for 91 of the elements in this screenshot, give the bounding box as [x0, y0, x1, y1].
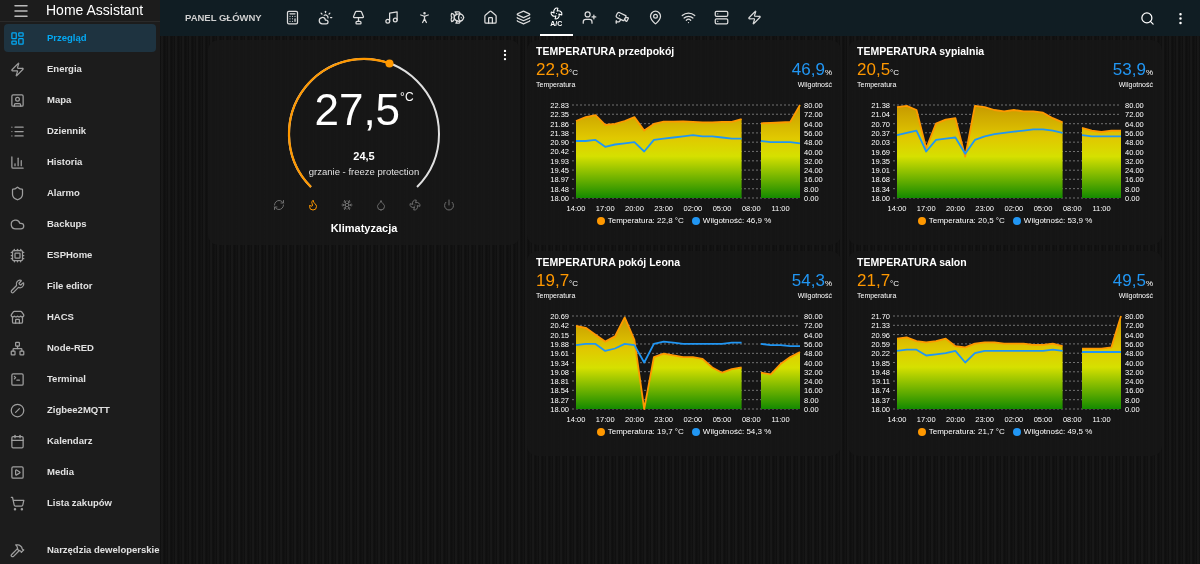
lightning-icon: [746, 9, 762, 25]
layers-icon: [515, 9, 531, 25]
temperature-value: 19,7: [536, 270, 570, 291]
humidity-value: 49,5: [1112, 270, 1146, 291]
humidity-unit: %: [1145, 278, 1153, 290]
terminal-icon: [10, 371, 25, 387]
sidebar-item[interactable]: ESPHome: [4, 241, 156, 269]
cart-icon: [10, 495, 25, 511]
temperature-unit: °C: [890, 278, 900, 290]
network-icon: [10, 340, 25, 356]
current-temperature: 27,5: [314, 86, 401, 134]
dashboard-title: PANEL GŁÓWNY: [185, 10, 262, 25]
card-title: TEMPERATURA sypialnia: [857, 44, 986, 59]
fan-icon: [549, 6, 563, 20]
target-temperature: 24,5: [353, 149, 375, 164]
sidebar-item[interactable]: Zigbee2MQTT: [4, 396, 156, 424]
search-icon[interactable]: [1140, 10, 1155, 26]
temperature-value: 22,8: [536, 59, 570, 80]
sidebar-item[interactable]: Przegląd: [4, 24, 156, 52]
server-icon: [713, 9, 729, 25]
legend-label: Temperatura: 20,5 °C: [928, 215, 1005, 228]
humidity-unit: %: [824, 67, 832, 79]
legend-label: Temperatura: 22,8 °C: [607, 215, 684, 228]
temperature-unit: °C: [890, 67, 900, 79]
card-title: TEMPERATURA przedpokój: [536, 44, 676, 59]
thermostat-name: Klimatyzacja: [330, 221, 398, 236]
legend-label: Temperatura: 19,7 °C: [607, 426, 684, 439]
hvac-status: grzanie - freeze protection: [308, 164, 420, 179]
play-icon: [10, 464, 25, 480]
sidebar-item[interactable]: Kalendarz: [4, 427, 156, 455]
temperature-unit: °C: [569, 67, 579, 79]
sidebar-item[interactable]: Node-RED: [4, 334, 156, 362]
bar-chart-icon: [10, 154, 25, 170]
humidity-value: 54,3: [791, 270, 825, 291]
humidity-unit: %: [824, 278, 832, 290]
mode-button[interactable]: [406, 196, 424, 214]
camera-icon: [614, 9, 630, 25]
person-card-icon: [10, 92, 25, 108]
wrench-icon: [10, 278, 25, 294]
sidebar-item[interactable]: Media: [4, 458, 156, 486]
calendar-icon: [10, 433, 25, 449]
humidity-unit: %: [1145, 67, 1153, 79]
power-icon: [443, 199, 455, 211]
dial-handle[interactable]: [385, 59, 394, 68]
sidebar-item[interactable]: Backups: [4, 210, 156, 238]
legend-label: Temperatura: 21,7 °C: [928, 426, 1005, 439]
droplet-icon: [375, 199, 387, 211]
sidebar-item[interactable]: Historia: [4, 148, 156, 176]
chip-icon: [10, 247, 25, 263]
sidebar-item[interactable]: Dziennik: [4, 117, 156, 145]
lightning-icon: [10, 61, 25, 77]
legend-label: Wilgotność: 53,9 %: [1023, 215, 1093, 228]
calculator-icon: [284, 9, 300, 25]
fish-icon: [449, 9, 465, 25]
legend-label: Wilgotność: 49,5 %: [1023, 426, 1093, 439]
lamp-icon: [350, 9, 366, 25]
sidebar-item[interactable]: Terminal: [4, 365, 156, 393]
app-title: Home Assistant: [46, 1, 144, 20]
add-person-icon: [581, 9, 597, 25]
dashboard-icon: [10, 30, 25, 46]
weather-icon: [317, 9, 333, 25]
legend-label: Wilgotność: 46,9 %: [702, 215, 772, 228]
cloud-icon: [10, 216, 25, 232]
temperature-value: 20,5: [857, 59, 891, 80]
music-icon: [383, 9, 399, 25]
humidity-value: 53,9: [1112, 59, 1146, 80]
card-title: TEMPERATURA salon: [857, 255, 968, 270]
snowflake-icon: [341, 199, 353, 211]
temperature-value: 21,7: [857, 270, 891, 291]
legend-label: Wilgotność: 54,3 %: [702, 426, 772, 439]
temperature-unit: °C: [400, 89, 414, 104]
sidebar-item[interactable]: Energia: [4, 55, 156, 83]
fan-icon: [409, 199, 421, 211]
temperature-unit: °C: [569, 278, 579, 290]
slashed-circle-icon: [10, 402, 25, 418]
list-icon: [10, 123, 25, 139]
flame-icon: [307, 199, 319, 211]
house-icon: [482, 9, 498, 25]
wifi-icon: [680, 9, 696, 25]
cycle-icon: [273, 199, 285, 211]
sidebar-item[interactable]: HACS: [4, 303, 156, 331]
sidebar-item[interactable]: Alarmo: [4, 179, 156, 207]
sidebar-item[interactable]: File editor: [4, 272, 156, 300]
map-pin-icon: [647, 9, 663, 25]
card-title: TEMPERATURA pokój Leona: [536, 255, 682, 270]
shield-icon: [10, 185, 25, 201]
sidebar-item[interactable]: Lista zakupów: [4, 489, 156, 517]
humidity-value: 46,9: [791, 59, 825, 80]
sidebar-item[interactable]: Mapa: [4, 86, 156, 114]
store-icon: [10, 309, 25, 325]
hammer-icon: [10, 542, 25, 558]
